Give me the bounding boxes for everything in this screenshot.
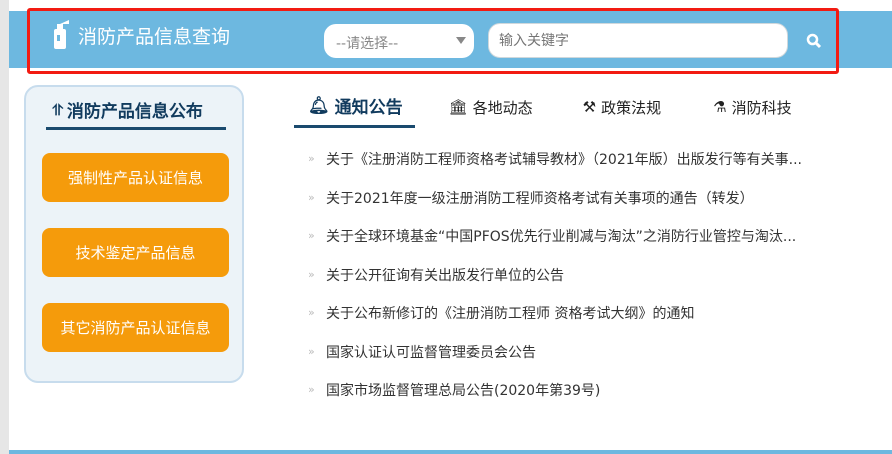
- select-value: --请选择--: [336, 36, 399, 52]
- category-select[interactable]: --请选择--: [324, 24, 474, 58]
- sidebar-title: ⥣ 消防产品信息公布: [52, 97, 203, 123]
- divider: [46, 127, 226, 130]
- list-item[interactable]: » 关于《注册消防工程师资格考试辅导教材》（2021年版）出版发行等有关事...: [308, 149, 802, 188]
- news-link[interactable]: 关于2021年度一级注册消防工程师资格考试有关事项的通告（转发）: [326, 188, 754, 208]
- news-link[interactable]: 关于全球环境基金“中国PFOS优先行业削减与淘汰”之消防行业管控与淘汰...: [326, 226, 796, 246]
- tab-local-news[interactable]: 🏛︎ 各地动态: [449, 92, 533, 122]
- news-link[interactable]: 关于公开征询有关出版发行单位的公告: [326, 265, 564, 285]
- flask-icon: ⚗︎: [713, 98, 727, 116]
- news-link[interactable]: 关于公布新修订的《注册消防工程师 资格考试大纲》的通知: [326, 303, 694, 323]
- news-link[interactable]: 关于《注册消防工程师资格考试辅导教材》（2021年版）出版发行等有关事...: [326, 149, 802, 169]
- arrow-icon: »: [308, 267, 315, 281]
- fire-extinguisher-icon: ⥣: [52, 100, 63, 119]
- news-link[interactable]: 国家认证认可监督管理委员会公告: [326, 342, 536, 362]
- arrow-icon: »: [308, 229, 315, 242]
- search-icon[interactable]: [806, 33, 822, 49]
- arrow-icon: »: [308, 152, 315, 165]
- site-title: 消防产品信息查询: [78, 25, 231, 48]
- arrow-icon: »: [308, 344, 315, 358]
- tab-policy[interactable]: ⚒︎ 政策法规: [583, 92, 661, 122]
- list-item[interactable]: » 关于公布新修订的《注册消防工程师 资格考试大纲》的通知: [308, 303, 802, 342]
- ccc-info-button[interactable]: 强制性产品认证信息: [42, 153, 229, 202]
- sidebar-panel: ⥣ 消防产品信息公布 强制性产品认证信息 技术鉴定产品信息 其它消防产品认证信息: [24, 85, 244, 383]
- news-tabs: 🔔︎ 通知公告 🏛︎ 各地动态 ⚒︎ 政策法规 ⚗︎ 消防科技: [294, 92, 792, 128]
- bell-icon: 🔔︎: [308, 95, 330, 116]
- gavel-icon: ⚒︎: [582, 98, 597, 116]
- tab-tech[interactable]: ⚗︎ 消防科技: [713, 92, 791, 122]
- list-item[interactable]: » 国家市场监督管理总局公告(2020年第39号): [308, 380, 802, 419]
- sidebar-title-text: 消防产品信息公布: [66, 102, 203, 122]
- tab-notices[interactable]: 🔔︎ 通知公告: [294, 92, 415, 128]
- list-item[interactable]: » 关于2021年度一级注册消防工程师资格考试有关事项的通告（转发）: [308, 188, 802, 227]
- arrow-icon: »: [308, 190, 315, 204]
- news-link[interactable]: 国家市场监督管理总局公告(2020年第39号): [326, 380, 600, 400]
- fire-extinguisher-icon: [54, 20, 69, 49]
- left-strip: [0, 0, 9, 454]
- site-logo[interactable]: 消防产品信息查询: [52, 20, 230, 50]
- search-input[interactable]: [488, 23, 788, 58]
- list-item[interactable]: » 关于全球环境基金“中国PFOS优先行业削减与淘汰”之消防行业管控与淘汰...: [308, 226, 802, 265]
- chevron-down-icon: [456, 37, 466, 44]
- news-list: » 关于《注册消防工程师资格考试辅导教材》（2021年版）出版发行等有关事... …: [308, 149, 802, 419]
- tab-label: 政策法规: [601, 98, 662, 117]
- tab-label: 消防科技: [731, 98, 792, 117]
- arrow-icon: »: [308, 306, 315, 319]
- other-cert-button[interactable]: 其它消防产品认证信息: [42, 303, 229, 352]
- list-item[interactable]: » 关于公开征询有关出版发行单位的公告: [308, 265, 802, 304]
- bank-icon: 🏛︎: [448, 98, 468, 116]
- footer-bar: [9, 450, 892, 454]
- tab-label: 各地动态: [472, 98, 533, 117]
- list-item[interactable]: » 国家认证认可监督管理委员会公告: [308, 342, 802, 381]
- tech-appraisal-button[interactable]: 技术鉴定产品信息: [42, 228, 229, 277]
- arrow-icon: »: [308, 383, 315, 396]
- tab-label: 通知公告: [334, 98, 403, 118]
